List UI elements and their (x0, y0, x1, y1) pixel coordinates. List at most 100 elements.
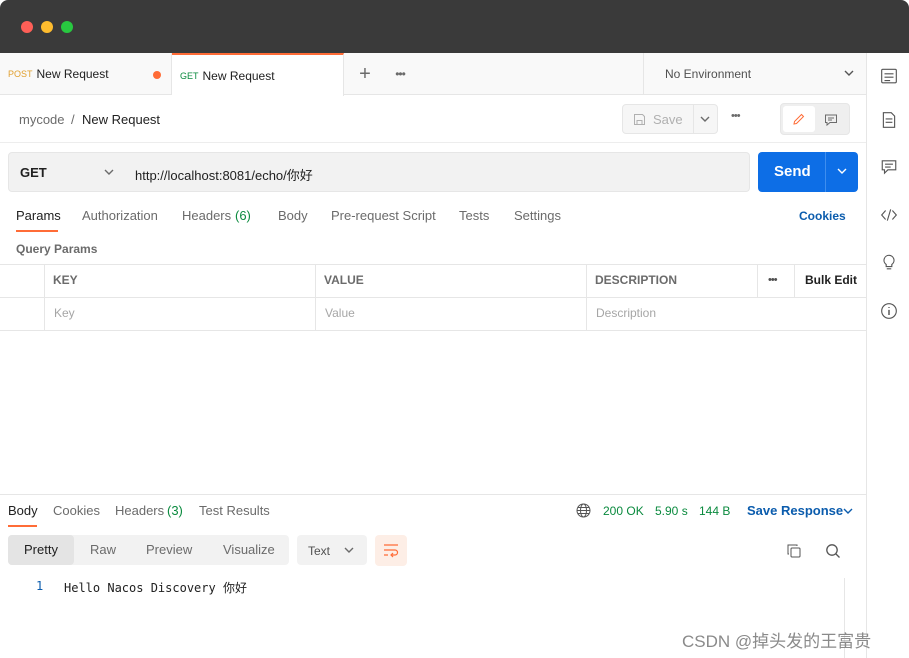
tab-method: POST (8, 69, 33, 79)
tab-headers[interactable]: Headers (182, 208, 231, 223)
query-params-title: Query Params (16, 242, 98, 256)
description-input[interactable]: Description (596, 306, 656, 320)
table-border (0, 264, 866, 265)
copy-icon[interactable] (786, 543, 802, 559)
close-window-button[interactable] (21, 21, 33, 33)
save-button-group: Save (622, 104, 718, 134)
table-border (586, 264, 587, 331)
watermark: CSDN @掉头发的王富贵 (682, 632, 872, 651)
breadcrumb-collection[interactable]: mycode (19, 112, 65, 127)
response-headers-count: (3) (167, 503, 183, 518)
response-status[interactable]: 200 OK (603, 504, 644, 518)
response-size[interactable]: 144 B (699, 504, 730, 518)
table-border (44, 264, 45, 331)
format-tab-visualize[interactable]: Visualize (223, 542, 275, 557)
save-response-button[interactable]: Save Response (747, 503, 843, 518)
divider (693, 105, 694, 133)
key-input[interactable]: Key (54, 306, 75, 320)
tab-label: New Request (36, 67, 109, 81)
response-tab-test-results[interactable]: Test Results (199, 503, 270, 518)
table-border (794, 264, 795, 298)
chevron-down-icon (104, 169, 114, 175)
edit-mode-button[interactable] (783, 106, 815, 132)
method-select[interactable]: GET (8, 152, 124, 192)
wrap-lines-button[interactable] (375, 535, 407, 566)
pane-divider (0, 494, 866, 495)
table-border (315, 264, 316, 331)
format-language-value: Text (308, 544, 331, 558)
response-tab-headers[interactable]: Headers (115, 503, 164, 518)
send-button[interactable]: Send (774, 163, 811, 180)
chevron-down-icon (844, 70, 854, 76)
environment-quick-look-icon[interactable] (880, 67, 898, 85)
comment-mode-icon[interactable] (824, 113, 838, 127)
code-icon[interactable] (880, 206, 898, 224)
more-options-icon[interactable]: ••• (731, 110, 741, 122)
save-dropdown-chevron-icon[interactable] (700, 116, 710, 123)
active-tab-indicator (8, 525, 37, 527)
url-input[interactable]: http://localhost:8081/echo/你好 (123, 152, 750, 192)
chevron-down-icon (344, 547, 354, 553)
table-border (0, 297, 866, 298)
table-options-icon[interactable]: ••• (768, 274, 778, 286)
pencil-icon (793, 113, 805, 125)
send-dropdown-chevron-icon[interactable] (837, 168, 847, 175)
save-button[interactable]: Save (653, 112, 683, 127)
send-button-group: Send (758, 152, 858, 192)
method-value: GET (20, 165, 47, 180)
tab-body[interactable]: Body (278, 208, 308, 223)
line-number: 1 (36, 579, 44, 593)
search-icon[interactable] (825, 543, 841, 559)
response-tab-cookies[interactable]: Cookies (53, 503, 100, 518)
column-header-key: KEY (53, 273, 78, 287)
right-sidebar (866, 53, 909, 658)
chevron-down-icon[interactable] (843, 508, 853, 515)
table-border (757, 264, 758, 298)
environment-label: No Environment (665, 67, 752, 81)
request-tab-bar: POST New Request GET New Request + ••• N… (0, 53, 866, 96)
headers-count: (6) (235, 208, 251, 223)
view-mode-toggle (780, 103, 850, 135)
tab-settings[interactable]: Settings (514, 208, 561, 223)
breadcrumb: mycode / New Request Save ••• (0, 95, 866, 143)
format-language-select[interactable]: Text (297, 535, 367, 565)
window-titlebar (0, 0, 909, 53)
format-tab-preview[interactable]: Preview (146, 542, 192, 557)
new-tab-plus-icon[interactable]: + (356, 53, 374, 95)
tab-get-new-request[interactable]: GET New Request (172, 53, 344, 96)
unsaved-dot (153, 71, 161, 79)
response-tab-body[interactable]: Body (8, 503, 38, 518)
value-input[interactable]: Value (325, 306, 355, 320)
more-tabs-icon[interactable]: ••• (390, 53, 410, 95)
info-icon[interactable] (880, 302, 898, 320)
documentation-icon[interactable] (880, 111, 898, 129)
tab-post-new-request[interactable]: POST New Request (0, 53, 172, 95)
tab-label: New Request (202, 68, 275, 83)
format-tab-raw[interactable]: Raw (90, 542, 116, 557)
environment-selector[interactable]: No Environment (643, 53, 866, 95)
comments-icon[interactable] (880, 158, 898, 176)
tab-tests[interactable]: Tests (459, 208, 489, 223)
response-time[interactable]: 5.90 s (655, 504, 688, 518)
maximize-window-button[interactable] (61, 21, 73, 33)
save-icon (634, 114, 645, 125)
active-tab-indicator (16, 230, 58, 232)
response-body-text[interactable]: Hello Nacos Discovery 你好 (64, 579, 247, 596)
bulk-edit-button[interactable]: Bulk Edit (805, 273, 857, 287)
breadcrumb-separator: / (71, 112, 75, 127)
cookies-link[interactable]: Cookies (799, 209, 846, 223)
column-header-value: VALUE (324, 273, 364, 287)
format-tab-pretty[interactable]: Pretty (24, 542, 58, 557)
tab-params[interactable]: Params (16, 208, 61, 223)
breadcrumb-request-name[interactable]: New Request (82, 112, 160, 127)
globe-icon[interactable] (576, 503, 591, 518)
wrap-lines-icon (384, 544, 399, 558)
tab-pre-request-script[interactable]: Pre-request Script (331, 208, 436, 223)
tab-method: GET (180, 70, 199, 81)
column-header-description: DESCRIPTION (595, 273, 678, 287)
table-border (0, 330, 866, 331)
tab-authorization[interactable]: Authorization (82, 208, 158, 223)
divider (825, 152, 826, 192)
minimize-window-button[interactable] (41, 21, 53, 33)
lightbulb-icon[interactable] (880, 253, 898, 271)
